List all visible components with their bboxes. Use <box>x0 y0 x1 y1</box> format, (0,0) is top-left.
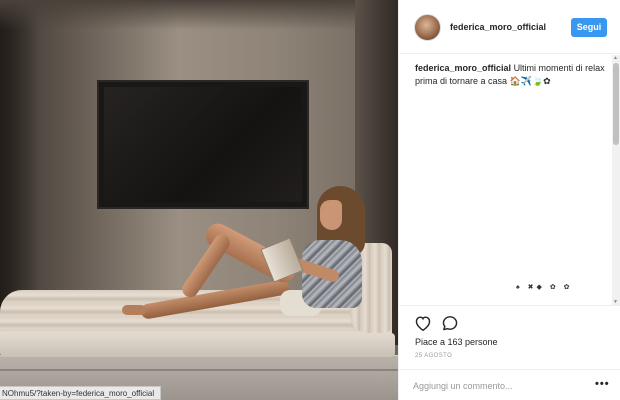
scroll-up-arrow-icon[interactable]: ▲ <box>613 55 618 61</box>
bench-seam <box>0 369 398 371</box>
person-face <box>320 200 342 230</box>
likes-count[interactable]: Piace a 163 persone <box>415 337 498 347</box>
heart-icon[interactable] <box>414 315 432 332</box>
post-side-panel: federica_moro_official Segui federica_mo… <box>398 0 620 400</box>
ceiling-shadow <box>0 0 398 30</box>
wall-tv <box>97 80 309 209</box>
comment-bubble-icon[interactable] <box>441 315 459 331</box>
follow-button[interactable]: Segui <box>571 18 607 37</box>
mattress-front <box>0 333 395 357</box>
post-photo[interactable] <box>0 0 398 400</box>
more-options-icon[interactable]: ••• <box>595 378 610 390</box>
post-caption: federica_moro_official Ultimi momenti di… <box>415 62 611 88</box>
post-actions: Piace a 163 persone 25 AGOSTO ••• <box>399 305 620 395</box>
avatar[interactable] <box>414 14 441 41</box>
username-link[interactable]: federica_moro_official <box>450 22 546 32</box>
comment-input[interactable] <box>413 379 583 393</box>
caption-username[interactable]: federica_moro_official <box>415 63 511 73</box>
scroll-thumb[interactable] <box>613 63 619 145</box>
emoji-strip: ♠ ✖◆ ✿ ✿ <box>516 284 573 291</box>
book <box>260 237 304 283</box>
comment-bar: ••• <box>399 369 620 400</box>
tv-screen <box>104 87 302 202</box>
post-date[interactable]: 25 AGOSTO <box>415 353 452 359</box>
post-header: federica_moro_official Segui <box>399 0 620 54</box>
person-foot <box>122 305 146 315</box>
browser-status-url: NOhmu5/?taken-by=federica_moro_official <box>0 386 162 400</box>
comments-scrollbar[interactable]: ▲ ▼ <box>612 55 620 305</box>
